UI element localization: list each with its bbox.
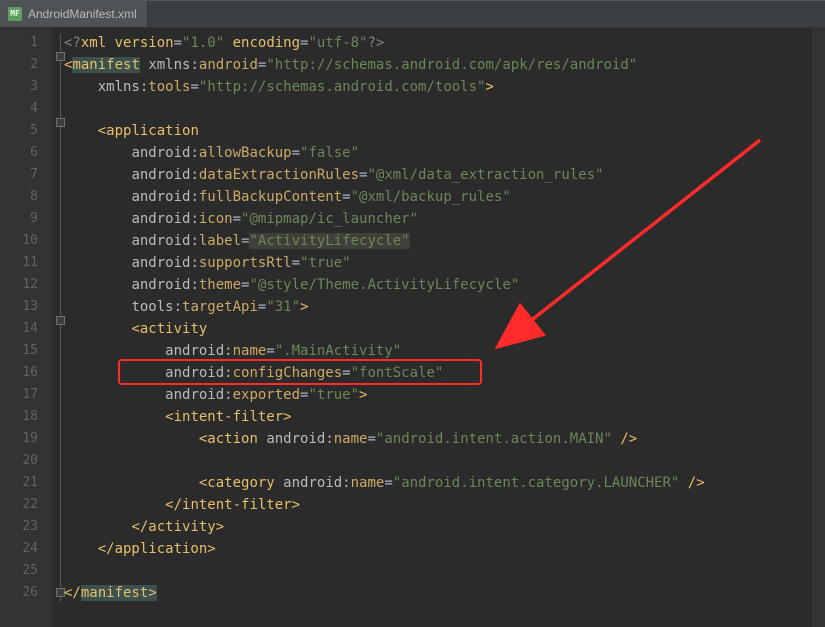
tab-android-manifest[interactable]: MF AndroidManifest.xml [0, 0, 148, 27]
line-number: 21 [0, 472, 38, 494]
line-number: 9 [0, 208, 38, 230]
code-line[interactable]: android:theme="@style/Theme.ActivityLife… [64, 274, 813, 296]
code-line[interactable]: android:dataExtractionRules="@xml/data_e… [64, 164, 813, 186]
code-line[interactable]: android:label="ActivityLifecycle" [64, 230, 813, 252]
line-number: 18 [0, 406, 38, 428]
tab-label: AndroidManifest.xml [28, 7, 137, 21]
code-line[interactable]: </manifest> [64, 582, 813, 604]
code-area[interactable]: <?xml version="1.0" encoding="utf-8"?><m… [52, 28, 813, 627]
code-line[interactable]: </intent-filter> [64, 494, 813, 516]
line-number: 14 [0, 318, 38, 340]
window-top-border [0, 0, 825, 1]
code-line[interactable]: android:supportsRtl="true" [64, 252, 813, 274]
line-number: 25 [0, 560, 38, 582]
code-line[interactable]: android:allowBackup="false" [64, 142, 813, 164]
code-line[interactable] [64, 450, 813, 472]
line-number: 1 [0, 32, 38, 54]
line-number: 20 [0, 450, 38, 472]
line-number: 4 [0, 98, 38, 120]
code-line[interactable]: <category android:name="android.intent.c… [64, 472, 813, 494]
code-line[interactable]: android:exported="true"> [64, 384, 813, 406]
line-number: 11 [0, 252, 38, 274]
error-stripe[interactable] [813, 28, 825, 627]
code-line[interactable]: android:fullBackupContent="@xml/backup_r… [64, 186, 813, 208]
code-line[interactable]: <manifest xmlns:android="http://schemas.… [64, 54, 813, 76]
line-number: 15 [0, 340, 38, 362]
line-number: 2 [0, 54, 38, 76]
manifest-file-icon: MF [8, 7, 22, 21]
line-number: 22 [0, 494, 38, 516]
line-number: 8 [0, 186, 38, 208]
code-line[interactable]: <application [64, 120, 813, 142]
line-number: 10 [0, 230, 38, 252]
code-line[interactable]: android:icon="@mipmap/ic_launcher" [64, 208, 813, 230]
line-number: 19 [0, 428, 38, 450]
line-number: 17 [0, 384, 38, 406]
line-number: 13 [0, 296, 38, 318]
code-line[interactable]: <activity [64, 318, 813, 340]
code-line[interactable]: </activity> [64, 516, 813, 538]
line-number: 7 [0, 164, 38, 186]
line-number: 6 [0, 142, 38, 164]
code-line[interactable]: <?xml version="1.0" encoding="utf-8"?> [64, 32, 813, 54]
line-number: 16 [0, 362, 38, 384]
line-number: 12 [0, 274, 38, 296]
code-line[interactable]: <action android:name="android.intent.act… [64, 428, 813, 450]
line-number: 3 [0, 76, 38, 98]
code-line[interactable] [64, 98, 813, 120]
code-line[interactable]: tools:targetApi="31"> [64, 296, 813, 318]
code-line[interactable]: android:configChanges="fontScale" [64, 362, 813, 384]
code-editor[interactable]: 1234567891011121314151617181920212223242… [0, 28, 825, 627]
line-number: 26 [0, 582, 38, 604]
code-line[interactable]: <intent-filter> [64, 406, 813, 428]
code-line[interactable] [64, 560, 813, 582]
line-number: 5 [0, 120, 38, 142]
line-number: 24 [0, 538, 38, 560]
code-line[interactable]: xmlns:tools="http://schemas.android.com/… [64, 76, 813, 98]
line-number: 23 [0, 516, 38, 538]
editor-tab-bar: MF AndroidManifest.xml [0, 0, 825, 28]
code-line[interactable]: android:name=".MainActivity" [64, 340, 813, 362]
code-line[interactable]: </application> [64, 538, 813, 560]
line-number-gutter: 1234567891011121314151617181920212223242… [0, 28, 52, 627]
